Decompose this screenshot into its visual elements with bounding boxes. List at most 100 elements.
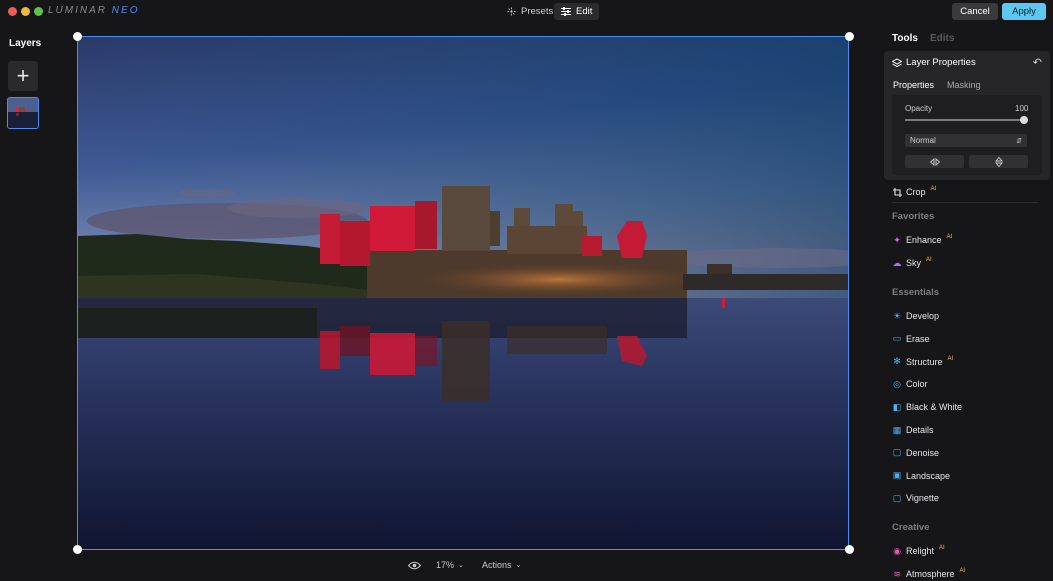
minimize-window-button[interactable]	[21, 7, 30, 16]
crop-icon	[892, 187, 902, 197]
ai-badge: AI	[959, 568, 966, 574]
layer-properties-title: Layer Properties	[906, 57, 976, 68]
actions-label: Actions	[482, 560, 512, 570]
tool-landscape[interactable]: ▣ Landscape	[892, 469, 950, 483]
tool-develop[interactable]: ☀ Develop	[892, 309, 939, 323]
opacity-slider-track[interactable]	[905, 119, 1024, 121]
details-icon: ▦	[892, 424, 902, 435]
erase-icon: ▭	[892, 333, 902, 344]
develop-icon: ☀	[892, 310, 902, 321]
flip-vertical-icon	[994, 156, 1003, 167]
tool-label: Sky	[906, 258, 922, 268]
opacity-slider-knob[interactable]	[1020, 116, 1028, 124]
presets-tab[interactable]: Presets	[500, 3, 560, 20]
subtab-properties[interactable]: Properties	[893, 80, 934, 90]
black-white-icon: ◧	[892, 401, 902, 412]
structure-icon: ✻	[893, 356, 901, 367]
layer-thumbnail-image	[8, 98, 38, 128]
tab-tools[interactable]: Tools	[892, 33, 918, 44]
divider	[892, 202, 1038, 203]
close-window-button[interactable]	[8, 7, 17, 16]
chevron-down-icon: ⌄	[515, 562, 522, 569]
tool-details[interactable]: ▦ Details	[892, 423, 934, 437]
tool-black-white[interactable]: ◧ Black & White	[892, 400, 962, 414]
tool-label: Structure	[906, 356, 943, 367]
zoom-dropdown[interactable]: 17% ⌄	[436, 557, 464, 573]
flip-horizontal-icon	[929, 157, 940, 166]
tool-label: Details	[906, 425, 934, 435]
plus-icon: +	[16, 63, 30, 88]
app-logo: LUMINAR NEO	[48, 5, 139, 16]
crop-handle-bottom-right[interactable]	[845, 545, 854, 554]
photo-canvas[interactable]	[77, 36, 849, 550]
section-creative: Creative	[892, 522, 930, 533]
tool-crop[interactable]: Crop AI	[892, 185, 936, 199]
opacity-value: 100	[1015, 104, 1029, 113]
zoom-value: 17%	[436, 560, 455, 570]
zoom-window-button[interactable]	[34, 7, 43, 16]
ai-badge: AI	[930, 186, 937, 192]
opacity-label: Opacity	[905, 104, 933, 113]
tool-label: Develop	[906, 311, 940, 321]
tool-label: Atmosphere	[906, 569, 955, 579]
layer-properties-header[interactable]: Layer Properties	[892, 57, 976, 68]
crop-handle-top-right[interactable]	[845, 32, 854, 41]
crop-handle-top-left[interactable]	[73, 32, 82, 41]
layers-icon	[892, 57, 902, 67]
tool-vignette[interactable]: ▢ Vignette	[892, 491, 939, 505]
tool-label: Denoise	[906, 447, 940, 458]
section-favorites: Favorites	[892, 211, 935, 222]
ai-badge: AI	[939, 545, 945, 551]
ai-badge: AI	[926, 257, 932, 263]
cancel-button[interactable]: Cancel	[952, 3, 998, 20]
reset-icon[interactable]: ↶	[1033, 56, 1042, 69]
presets-label: Presets	[521, 6, 554, 17]
sky-icon: ☁	[892, 257, 902, 268]
tool-label: Vignette	[906, 493, 939, 504]
enhance-icon: ✦	[893, 234, 901, 245]
edit-label: Edit	[576, 6, 593, 17]
logo-text-left: LUMINAR	[48, 5, 108, 16]
tool-relight[interactable]: ◉ Relight AI	[892, 544, 945, 558]
layer-thumbnail[interactable]	[7, 97, 39, 129]
layers-title: Layers	[9, 38, 42, 49]
title-bar: LUMINAR NEO Presets Edit Cancel Apply	[0, 0, 1053, 23]
tool-atmosphere[interactable]: ≋ Atmosphere AI	[892, 567, 965, 581]
actions-dropdown[interactable]: Actions ⌄	[482, 557, 521, 573]
color-icon: ◎	[893, 378, 901, 389]
section-essentials: Essentials	[892, 287, 939, 298]
presets-icon	[507, 7, 516, 16]
ai-badge: AI	[946, 234, 953, 240]
crop-handle-bottom-left[interactable]	[73, 545, 82, 554]
blend-mode-select[interactable]: Normal ⇵	[905, 134, 1027, 147]
flip-vertical-button[interactable]	[969, 155, 1028, 168]
castle-photo	[77, 36, 849, 550]
tool-label: Relight	[906, 546, 935, 556]
denoise-icon: ▢	[892, 447, 902, 458]
add-layer-button[interactable]: +	[8, 61, 38, 91]
atmosphere-icon: ≋	[893, 568, 901, 579]
tool-crop-label: Crop	[906, 187, 926, 197]
tab-edits[interactable]: Edits	[930, 33, 954, 44]
tool-label: Black & White	[906, 402, 963, 413]
chevron-down-icon: ⌄	[458, 562, 464, 569]
subtab-masking[interactable]: Masking	[947, 80, 981, 90]
tool-erase[interactable]: ▭ Erase	[892, 332, 930, 346]
flip-horizontal-button[interactable]	[905, 155, 964, 168]
tool-label: Erase	[906, 333, 930, 344]
vignette-icon: ▢	[892, 492, 902, 503]
tool-denoise[interactable]: ▢ Denoise	[892, 446, 939, 460]
apply-button[interactable]: Apply	[1002, 3, 1046, 20]
preview-toggle[interactable]	[408, 557, 421, 573]
tool-enhance[interactable]: ✦ Enhance AI	[892, 233, 952, 247]
chevron-updown-icon: ⇵	[1016, 137, 1022, 145]
edit-tab[interactable]: Edit	[554, 3, 600, 20]
logo-text-right: NEO	[111, 5, 140, 16]
tool-sky[interactable]: ☁ Sky AI	[892, 256, 932, 270]
sliders-icon	[561, 7, 571, 16]
tool-structure[interactable]: ✻ Structure AI	[892, 355, 953, 369]
tool-label: Enhance	[906, 235, 942, 245]
tool-color[interactable]: ◎ Color	[892, 377, 927, 391]
eye-icon	[408, 561, 421, 569]
ai-badge: AI	[947, 355, 954, 362]
